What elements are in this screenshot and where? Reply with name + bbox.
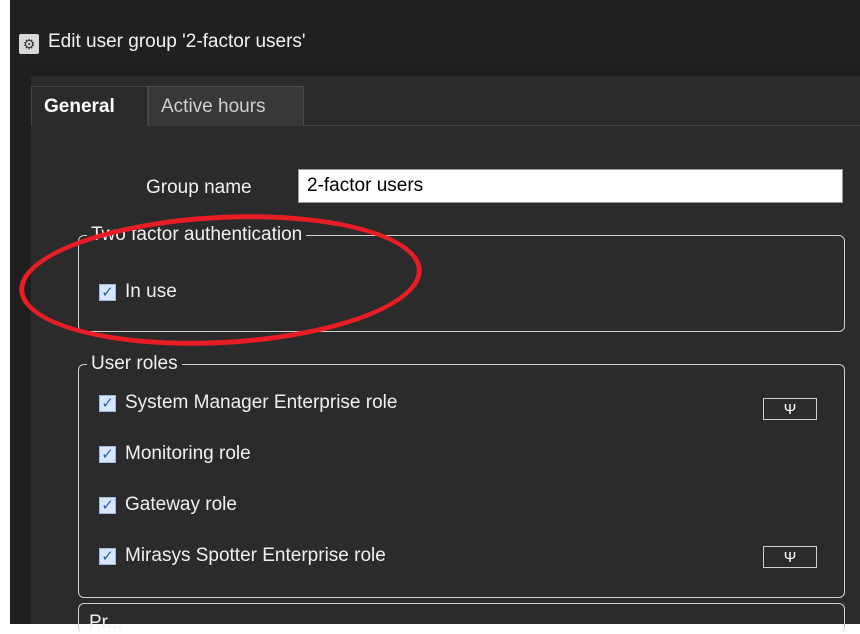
role-label-monitoring: Monitoring role <box>125 443 251 464</box>
next-fieldset-legend: Pr... <box>89 612 123 633</box>
role-checkbox-spotter[interactable]: ✓ <box>99 547 116 565</box>
window-title: Edit user group '2-factor users' <box>48 31 306 52</box>
role-label-spotter: Mirasys Spotter Enterprise role <box>125 545 386 566</box>
system-manager-settings-button[interactable]: Ψ <box>763 398 817 420</box>
role-checkbox-system-manager[interactable]: ✓ <box>99 394 116 412</box>
role-row-spotter[interactable]: ✓ Mirasys Spotter Enterprise role <box>99 543 386 569</box>
gear-icon: ⚙ <box>19 34 39 54</box>
group-name-input[interactable] <box>298 169 843 203</box>
user-roles-legend: User roles <box>87 352 182 376</box>
user-roles-fieldset: User roles ✓ System Manager Enterprise r… <box>78 352 845 598</box>
title-bar: ⚙ Edit user group '2-factor users' <box>10 0 860 66</box>
spotter-settings-button[interactable]: Ψ <box>763 546 817 568</box>
role-label-gateway: Gateway role <box>125 494 237 515</box>
next-fieldset <box>78 603 845 633</box>
wrench-icon: Ψ <box>783 548 797 566</box>
role-row-monitoring[interactable]: ✓ Monitoring role <box>99 441 251 467</box>
wrench-icon: Ψ <box>783 400 797 418</box>
role-checkbox-gateway[interactable]: ✓ <box>99 496 116 514</box>
tab-divider <box>304 125 860 126</box>
role-row-system-manager[interactable]: ✓ System Manager Enterprise role <box>99 390 397 416</box>
tab-general[interactable]: General <box>31 86 148 126</box>
tab-active-hours[interactable]: Active hours <box>148 86 304 126</box>
tab-bar: General Active hours <box>31 76 860 126</box>
role-row-gateway[interactable]: ✓ Gateway role <box>99 492 237 518</box>
group-name-label: Group name <box>146 177 252 198</box>
role-checkbox-monitoring[interactable]: ✓ <box>99 445 116 463</box>
edit-user-group-window: ⚙ Edit user group '2-factor users' Gener… <box>10 0 860 633</box>
role-label-system-manager: System Manager Enterprise role <box>125 392 398 413</box>
